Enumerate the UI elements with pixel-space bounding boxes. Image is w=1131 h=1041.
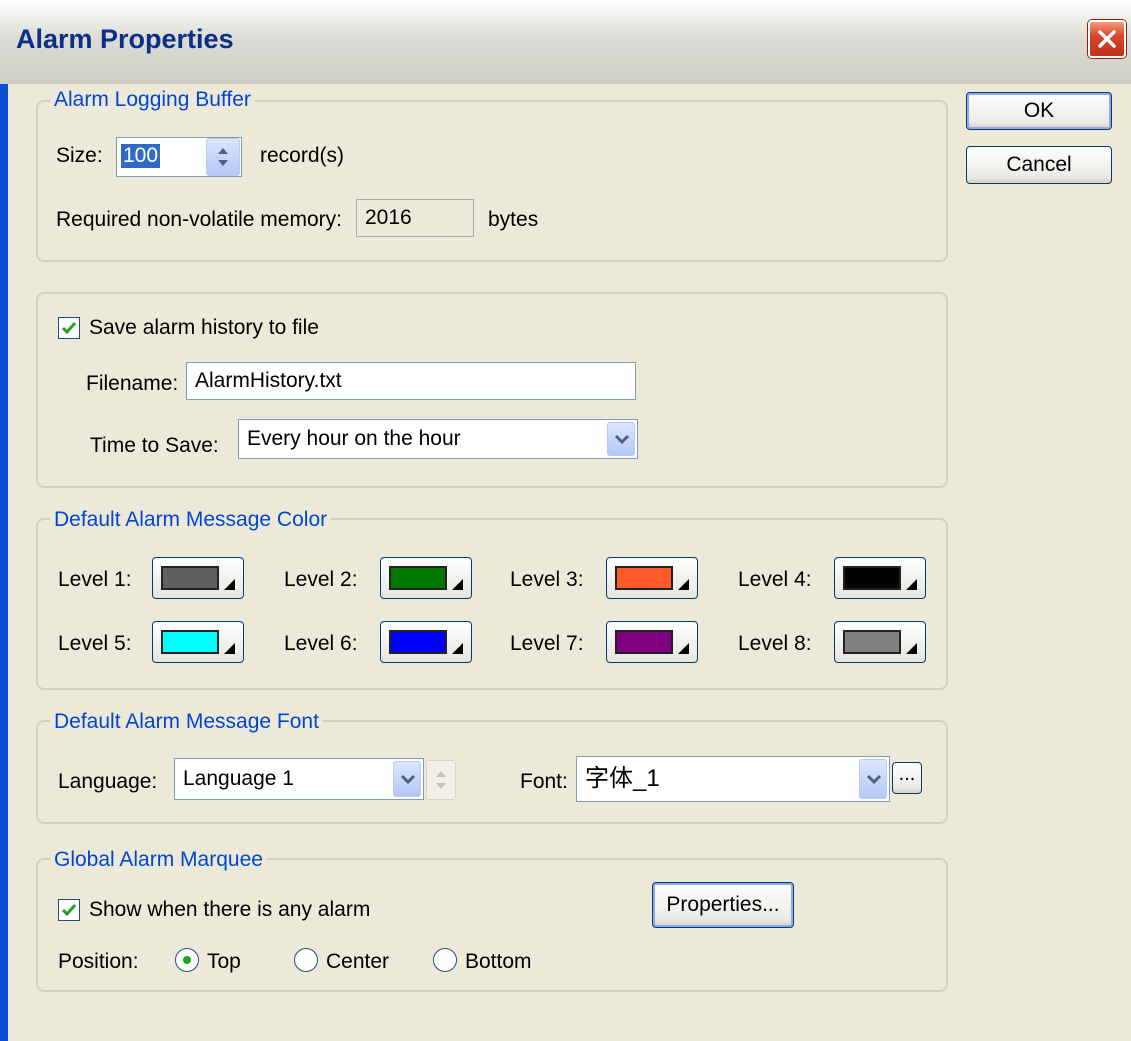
- marquee-legend: Global Alarm Marquee: [50, 848, 267, 872]
- close-button[interactable]: [1088, 20, 1126, 58]
- level-4-swatch: [843, 566, 901, 590]
- level-5-label: Level 5:: [58, 632, 132, 655]
- dropdown-triangle-icon: [678, 643, 689, 654]
- level-2-color-button[interactable]: [380, 557, 472, 599]
- marquee-properties-button[interactable]: Properties...: [652, 882, 794, 928]
- level-1-swatch: [161, 566, 219, 590]
- close-icon: [1098, 30, 1116, 48]
- level-5-color-button[interactable]: [152, 621, 244, 663]
- size-input[interactable]: 100: [116, 137, 242, 177]
- level-6-label: Level 6:: [284, 632, 358, 655]
- logging-buffer-group: [36, 100, 948, 262]
- level-8-label: Level 8:: [738, 632, 812, 655]
- save-history-checkbox[interactable]: [58, 317, 80, 339]
- memory-value: 2016: [356, 199, 474, 237]
- language-label: Language:: [58, 770, 158, 793]
- chevron-down-icon: [614, 434, 630, 444]
- memory-label: Required non-volatile memory:: [56, 208, 342, 231]
- window-title: Alarm Properties: [16, 24, 234, 54]
- memory-unit-label: bytes: [488, 208, 539, 231]
- level-7-swatch: [615, 630, 673, 654]
- level-1-label: Level 1:: [58, 568, 132, 591]
- window-border: [0, 84, 8, 1041]
- level-6-color-button[interactable]: [380, 621, 472, 663]
- dropdown-triangle-icon: [452, 643, 463, 654]
- font-label: Font:: [520, 770, 568, 793]
- dropdown-triangle-icon: [452, 579, 463, 590]
- chevron-down-icon: [866, 774, 882, 784]
- filename-input[interactable]: AlarmHistory.txt: [186, 362, 636, 400]
- font-value: 字体_1: [585, 765, 660, 792]
- time-to-save-dropdown-button[interactable]: [607, 422, 635, 456]
- size-value: 100: [121, 144, 161, 168]
- time-to-save-label: Time to Save:: [90, 434, 219, 457]
- position-bottom-radio[interactable]: [433, 948, 457, 972]
- save-history-label: Save alarm history to file: [89, 316, 319, 339]
- level-4-label: Level 4:: [738, 568, 812, 591]
- spin-arrows-icon: [218, 148, 228, 166]
- spin-arrows-icon: [436, 771, 446, 789]
- time-to-save-select[interactable]: Every hour on the hour: [238, 419, 638, 459]
- level-6-swatch: [389, 630, 447, 654]
- level-5-swatch: [161, 630, 219, 654]
- level-8-swatch: [843, 630, 901, 654]
- filename-label: Filename:: [86, 372, 179, 395]
- radio-selected-dot: [183, 956, 191, 964]
- language-value: Language 1: [183, 767, 294, 790]
- chevron-down-icon: [400, 774, 416, 784]
- show-marquee-label: Show when there is any alarm: [89, 898, 371, 921]
- position-top-radio[interactable]: [175, 948, 199, 972]
- font-select[interactable]: 字体_1: [576, 756, 890, 802]
- ok-button[interactable]: OK: [966, 92, 1112, 130]
- dropdown-triangle-icon: [224, 579, 235, 590]
- language-dropdown-button[interactable]: [393, 761, 421, 797]
- level-2-label: Level 2:: [284, 568, 358, 591]
- size-unit-label: record(s): [260, 144, 345, 167]
- position-center-radio[interactable]: [294, 948, 318, 972]
- position-label: Position:: [58, 950, 139, 973]
- time-to-save-value: Every hour on the hour: [247, 427, 461, 450]
- level-3-label: Level 3:: [510, 568, 584, 591]
- size-spinner[interactable]: [206, 138, 240, 176]
- font-browse-button[interactable]: ...: [892, 762, 922, 794]
- show-marquee-checkbox[interactable]: [58, 899, 80, 921]
- font-dropdown-button[interactable]: [859, 759, 887, 799]
- position-top-label: Top: [207, 950, 241, 973]
- level-7-label: Level 7:: [510, 632, 584, 655]
- color-group: [36, 518, 948, 690]
- level-3-swatch: [615, 566, 673, 590]
- language-spinner: [426, 760, 456, 800]
- dropdown-triangle-icon: [678, 579, 689, 590]
- size-label: Size:: [56, 144, 103, 167]
- font-legend: Default Alarm Message Font: [50, 710, 323, 734]
- color-legend: Default Alarm Message Color: [50, 508, 332, 532]
- checkmark-icon: [61, 322, 77, 335]
- position-center-label: Center: [326, 950, 390, 973]
- level-8-color-button[interactable]: [834, 621, 926, 663]
- checkmark-icon: [61, 904, 77, 917]
- position-bottom-label: Bottom: [465, 950, 532, 973]
- dropdown-triangle-icon: [906, 579, 917, 590]
- level-4-color-button[interactable]: [834, 557, 926, 599]
- level-2-swatch: [389, 566, 447, 590]
- dropdown-triangle-icon: [224, 643, 235, 654]
- language-select[interactable]: Language 1: [174, 758, 424, 800]
- dropdown-triangle-icon: [906, 643, 917, 654]
- cancel-button[interactable]: Cancel: [966, 146, 1112, 184]
- logging-buffer-legend: Alarm Logging Buffer: [50, 88, 255, 112]
- level-7-color-button[interactable]: [606, 621, 698, 663]
- level-3-color-button[interactable]: [606, 557, 698, 599]
- level-1-color-button[interactable]: [152, 557, 244, 599]
